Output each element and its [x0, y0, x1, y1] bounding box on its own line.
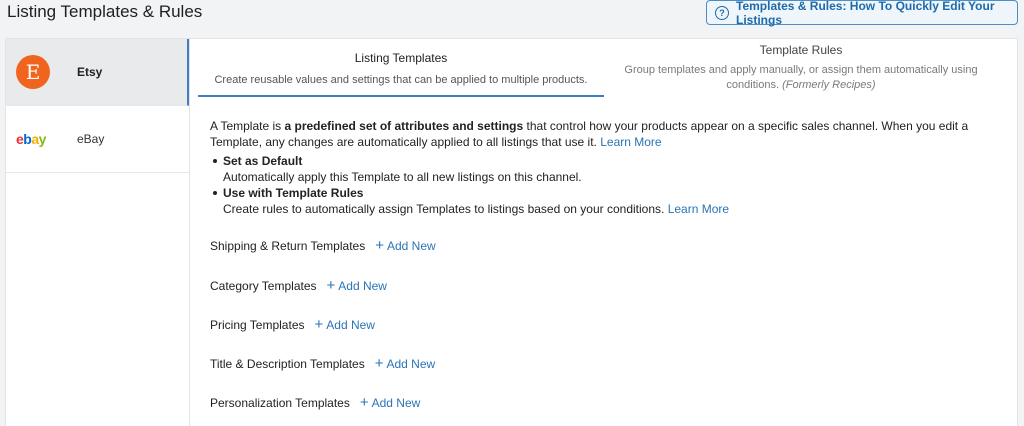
learn-more-link[interactable]: Learn More — [668, 202, 729, 216]
sidebar-item-label: Etsy — [77, 65, 103, 79]
help-guide-label: Templates & Rules: How To Quickly Edit Y… — [736, 0, 995, 27]
tab-title: Listing Templates — [354, 51, 448, 65]
tab-description: Create reusable values and settings that… — [214, 74, 588, 86]
etsy-logo-icon: E — [16, 55, 50, 89]
sidebar-item-ebay[interactable]: ebay eBay — [6, 106, 189, 173]
add-pricing-template-button[interactable]: + Add New — [314, 316, 375, 333]
bullet-dot-icon — [213, 159, 217, 163]
plus-icon: + — [375, 237, 384, 254]
sidebar-item-label: eBay — [77, 132, 105, 146]
bullet-desc: Automatically apply this Template to all… — [223, 170, 582, 184]
section-label: Shipping & Return Templates — [210, 239, 366, 253]
bullet-set-default: Set as Default Automatically apply this … — [210, 153, 1000, 185]
section-label: Title & Description Templates — [210, 357, 365, 371]
question-icon: ? — [715, 5, 729, 20]
add-shipping-template-button[interactable]: + Add New — [375, 237, 435, 254]
tab-description: Group templates and apply manually, or a… — [624, 64, 978, 91]
help-guide-button[interactable]: ? Templates & Rules: How To Quickly Edit… — [706, 0, 1018, 27]
bullet-list: Set as Default Automatically apply this … — [210, 153, 1000, 217]
personalization-templates: Personalization Templates + Add New — [210, 394, 420, 411]
tab-title: Template Rules — [759, 43, 843, 57]
intro-text: A Template is a predefined set of attrib… — [210, 119, 969, 149]
tab-listing-templates[interactable]: Listing Templates Create reusable values… — [198, 51, 604, 97]
bullet-title: Use with Template Rules — [223, 186, 364, 200]
bullet-template-rules: Use with Template Rules Create rules to … — [210, 185, 1000, 217]
add-category-template-button[interactable]: + Add New — [326, 277, 387, 294]
ebay-logo-icon: ebay — [16, 131, 46, 147]
section-label: Category Templates — [210, 279, 317, 293]
bullet-desc: Create rules to automatically assign Tem… — [223, 202, 730, 216]
shipping-return-templates: Shipping & Return Templates + Add New — [210, 237, 436, 254]
section-label: Personalization Templates — [210, 396, 350, 410]
sidebar-item-etsy[interactable]: E Etsy — [6, 39, 189, 106]
main-panel: Listing Templates Create reusable values… — [190, 38, 1018, 426]
plus-icon: + — [314, 316, 324, 333]
bullet-dot-icon — [213, 191, 217, 195]
add-personalization-template-button[interactable]: + Add New — [359, 394, 420, 411]
learn-more-link[interactable]: Learn More — [600, 135, 661, 149]
add-title-description-template-button[interactable]: + Add New — [374, 355, 435, 372]
pricing-templates: Pricing Templates + Add New — [210, 316, 375, 333]
plus-icon: + — [374, 355, 384, 372]
tab-template-rules[interactable]: Template Rules Group templates and apply… — [610, 43, 992, 97]
plus-icon: + — [326, 277, 336, 294]
bullet-title: Set as Default — [223, 154, 303, 168]
page-title: Listing Templates & Rules — [7, 2, 203, 21]
plus-icon: + — [359, 394, 369, 411]
category-templates: Category Templates + Add New — [210, 277, 387, 294]
section-label: Pricing Templates — [210, 318, 305, 332]
title-description-templates: Title & Description Templates + Add New — [210, 355, 435, 372]
formerly-note: (Formerly Recipes) — [782, 79, 876, 91]
channel-sidebar: E Etsy ebay eBay — [5, 38, 190, 426]
